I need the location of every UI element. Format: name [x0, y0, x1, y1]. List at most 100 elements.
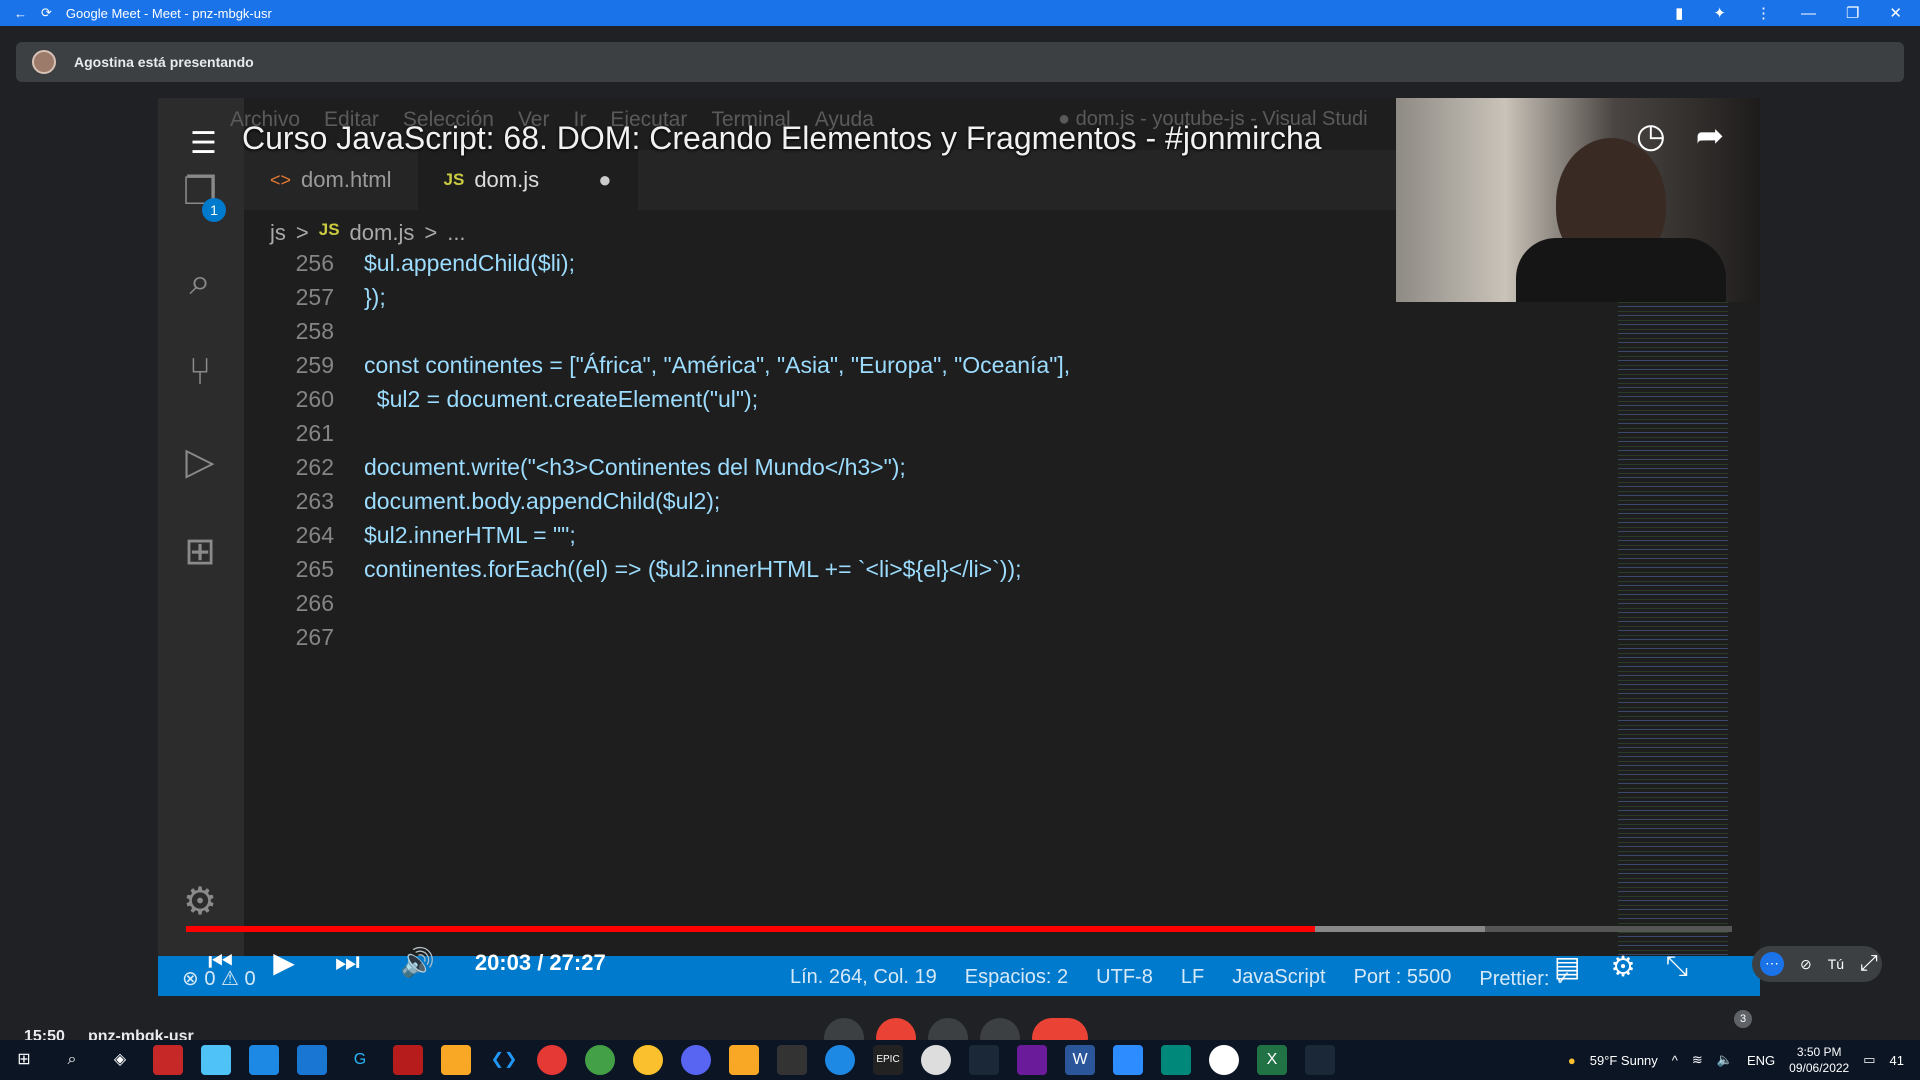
player-right-controls: ▤ ⚙ ⤡	[1554, 950, 1688, 983]
volume-icon[interactable]: 🔈	[1717, 1052, 1733, 1068]
exit-fullscreen-icon[interactable]: ⤡	[1666, 950, 1688, 983]
watch-later-icon[interactable]: ◷	[1636, 116, 1666, 156]
previous-icon[interactable]: ⏮	[208, 946, 233, 979]
tab-dom-js[interactable]: JS dom.js ●	[417, 150, 638, 210]
minimize-button[interactable]: —	[1801, 5, 1816, 22]
language[interactable]: ENG	[1747, 1053, 1775, 1068]
settings-gear-icon[interactable]: ⚙	[176, 878, 224, 926]
word-icon[interactable]: W	[1065, 1045, 1095, 1075]
whatsapp-icon[interactable]	[585, 1045, 615, 1075]
code-editor[interactable]: 256 $ul.appendChild($li); 257}); 258 259 cons…	[244, 246, 1624, 806]
app-icon[interactable]	[537, 1045, 567, 1075]
next-icon[interactable]: ⏭	[335, 946, 360, 979]
code-line[interactable]: 258	[244, 314, 1624, 348]
meet-icon[interactable]	[1161, 1045, 1191, 1075]
expand-icon[interactable]: ⤢	[1860, 950, 1878, 976]
antivirus-icon[interactable]	[153, 1045, 183, 1075]
subtitles-icon[interactable]: ▤	[1554, 950, 1580, 983]
weather-text[interactable]: 59°F Sunny	[1590, 1053, 1658, 1068]
more-menu-icon[interactable]: ⋮	[1756, 4, 1771, 22]
reload-icon[interactable]: ⟳	[41, 5, 52, 21]
calendar-icon[interactable]	[249, 1045, 279, 1075]
video-progress-bar[interactable]	[186, 926, 1732, 932]
more-options-icon[interactable]: ⋯	[1760, 952, 1784, 976]
breadcrumb-file[interactable]: dom.js	[350, 220, 415, 246]
code-line[interactable]: 260 $ul2 = document.createElement("ul");	[244, 382, 1624, 416]
back-arrow-icon[interactable]: ←	[14, 6, 27, 21]
excel-icon[interactable]: X	[1257, 1045, 1287, 1075]
tab-label: dom.js	[474, 167, 540, 192]
presenting-banner: Agostina está presentando	[16, 42, 1904, 82]
unsaved-dot-icon[interactable]: ●	[598, 167, 611, 193]
code-line[interactable]: 263 document.body.appendChild($ul2);	[244, 484, 1624, 518]
notifications-icon[interactable]: ▭	[1863, 1052, 1875, 1068]
volume-icon[interactable]: 🔊	[400, 946, 435, 979]
code-line[interactable]: 267	[244, 620, 1624, 654]
participants-count: 3	[1734, 1010, 1752, 1028]
mail-icon[interactable]	[297, 1045, 327, 1075]
app-icon[interactable]	[393, 1045, 423, 1075]
app-icon[interactable]	[825, 1045, 855, 1075]
app-icon[interactable]	[921, 1045, 951, 1075]
code-line[interactable]: 259 const continentes = ["África", "Améri…	[244, 348, 1624, 382]
weather-icon: ●	[1567, 1052, 1576, 1068]
tab-dom-html[interactable]: <> dom.html	[244, 150, 418, 210]
settings-icon[interactable]: ⚙	[1610, 950, 1635, 983]
vscode-icon[interactable]: ❮❯	[489, 1045, 519, 1075]
line-ending[interactable]: LF	[1181, 966, 1204, 991]
zoom-icon[interactable]	[1113, 1045, 1143, 1075]
run-debug-icon[interactable]: ▷	[176, 438, 224, 486]
extensions-icon[interactable]: ⊞	[176, 528, 224, 576]
app-icon[interactable]	[777, 1045, 807, 1075]
language-mode[interactable]: JavaScript	[1232, 966, 1325, 991]
indentation[interactable]: Espacios: 2	[965, 966, 1068, 991]
app-icon[interactable]	[441, 1045, 471, 1075]
camera-icon[interactable]: ▮	[1675, 4, 1683, 22]
clock[interactable]: 3:50 PM 09/06/2022	[1789, 1044, 1849, 1076]
chrome-icon[interactable]	[633, 1045, 663, 1075]
minimap[interactable]	[1618, 298, 1728, 978]
steam-icon[interactable]	[1305, 1045, 1335, 1075]
wifi-icon[interactable]: ≋	[1692, 1052, 1703, 1068]
app-icon[interactable]	[201, 1045, 231, 1075]
breadcrumb-symbol[interactable]: ...	[447, 220, 465, 246]
discord-icon[interactable]	[681, 1045, 711, 1075]
code-text: document.body.appendChild($ul2);	[364, 487, 721, 514]
vscode-activity-bar: ❐ 1 ⌕ ⑂ ▷ ⊞ ⚙	[158, 98, 244, 996]
code-line[interactable]: 264 $ul2.innerHTML = "";	[244, 518, 1624, 552]
playlist-menu-icon[interactable]: ☰	[190, 126, 217, 161]
start-icon[interactable]: ⊞	[9, 1045, 39, 1075]
app-icon[interactable]	[1209, 1045, 1239, 1075]
code-line[interactable]: 262 document.write("<h3>Continentes del M…	[244, 450, 1624, 484]
search-icon[interactable]: ⌕	[176, 258, 224, 306]
code-line[interactable]: 261	[244, 416, 1624, 450]
live-server-port[interactable]: Port : 5500	[1354, 966, 1452, 991]
shared-screen[interactable]: ❐ 1 ⌕ ⑂ ▷ ⊞ ⚙ Archivo Editar Selección V…	[158, 98, 1760, 996]
code-text: });	[364, 283, 386, 310]
encoding[interactable]: UTF-8	[1096, 966, 1153, 991]
chevron-up-icon[interactable]: ^	[1672, 1053, 1678, 1068]
extensions-icon[interactable]: ✦	[1713, 4, 1726, 22]
share-icon[interactable]: ➦	[1696, 116, 1725, 156]
play-icon[interactable]: ▶	[273, 946, 295, 979]
close-button[interactable]: ✕	[1889, 4, 1902, 22]
file-explorer-icon[interactable]	[729, 1045, 759, 1075]
code-line[interactable]: 265 continentes.forEach((el) => ($ul2.inn…	[244, 552, 1624, 586]
code-line[interactable]: 266	[244, 586, 1624, 620]
player-controls: ⏮ ▶ ⏭ 🔊 20:03 / 27:27	[208, 946, 606, 979]
epic-games-icon[interactable]: EPIC	[873, 1045, 903, 1075]
restore-button[interactable]: ❐	[1846, 4, 1859, 22]
cursor-position[interactable]: Lín. 264, Col. 19	[790, 966, 937, 991]
steam-icon[interactable]	[969, 1045, 999, 1075]
browser-title-bar: ← ⟳ Google Meet - Meet - pnz-mbgk-usr ▮ …	[0, 0, 1920, 26]
breadcrumb-folder[interactable]: js	[270, 220, 286, 246]
video-title[interactable]: Curso JavaScript: 68. DOM: Creando Eleme…	[242, 120, 1322, 157]
line-number: 258	[295, 317, 334, 344]
code-text: $ul2 = document.createElement("ul");	[364, 385, 759, 412]
app-icon[interactable]	[1017, 1045, 1047, 1075]
app-g-icon[interactable]: G	[345, 1045, 375, 1075]
source-control-icon[interactable]: ⑂	[176, 348, 224, 396]
security-icon[interactable]: ◈	[105, 1045, 135, 1075]
search-icon[interactable]: ⌕	[57, 1045, 87, 1075]
js-file-icon: JS	[443, 170, 465, 189]
